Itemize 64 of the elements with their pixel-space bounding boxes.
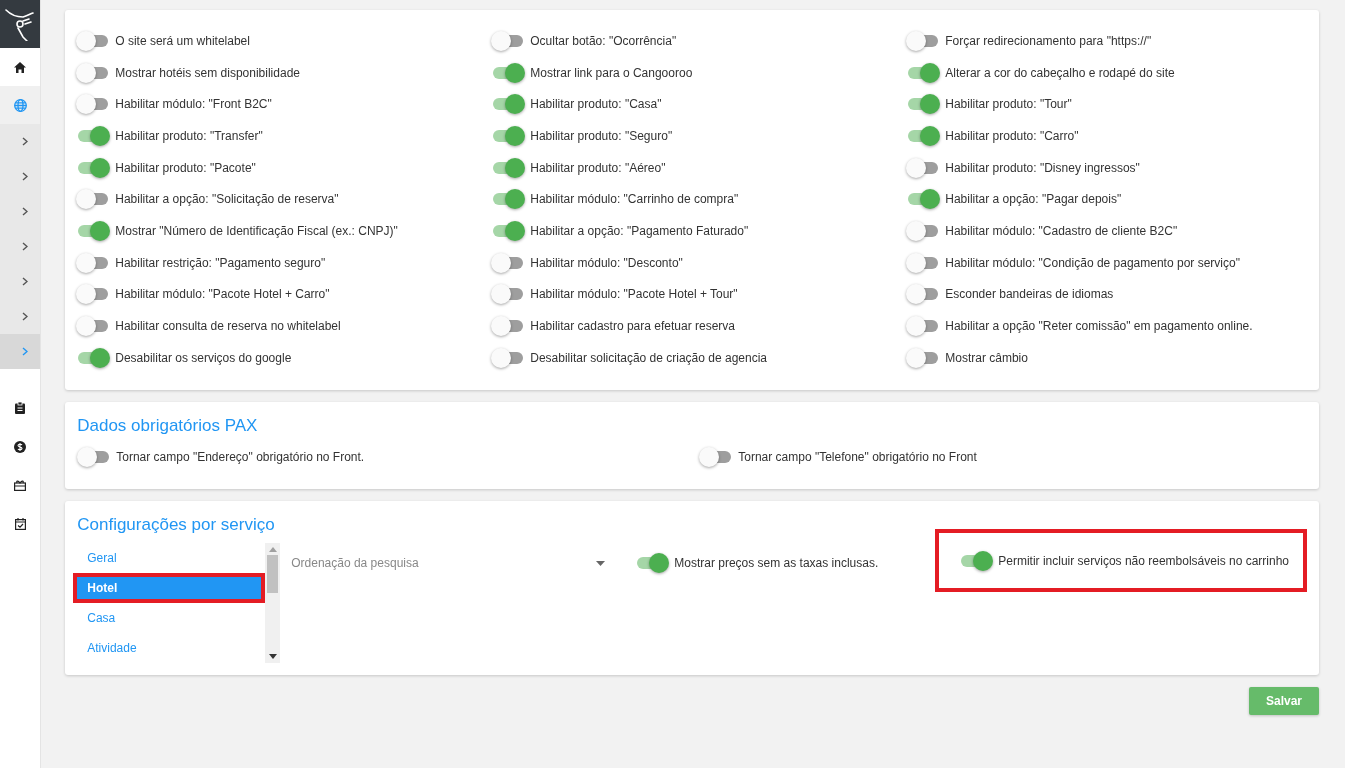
toggle-label: Habilitar produto: "Transfer": [115, 128, 263, 143]
home-icon: [14, 61, 27, 73]
chevron-right-icon: [22, 347, 29, 356]
scrollbar[interactable]: [265, 543, 281, 664]
toggle-label: Habilitar produto: "Aéreo": [530, 160, 666, 175]
toggle-label: Habilitar consulta de reserva no whitelabel: [115, 319, 341, 334]
toggle-label: Alterar a cor do cabeçalho e rodapé do site: [945, 65, 1175, 80]
toggle-label: Desabilitar solicitação de criação de agencia: [530, 350, 768, 365]
toggle-label: Habilitar módulo: "Front B2C": [115, 97, 272, 112]
caret-down-icon: [596, 560, 606, 566]
chevron-right-icon: [22, 277, 29, 286]
section-title: Configurações por serviço: [77, 515, 276, 536]
toggle-label: Habilitar produto: "Tour": [945, 97, 1072, 112]
toggle-label: Ocultar botão: "Ocorrência": [530, 33, 677, 48]
toggle-label: Habilitar módulo: "Cadastro de cliente B2C": [945, 223, 1178, 238]
toggle-label: Forçar redirecionamento para "https://": [945, 33, 1152, 48]
toggle-label: Mostrar "Número de Identificação Fiscal (ex.: CNPJ)": [115, 223, 398, 238]
sort-dropdown[interactable]: Ordenação da pesquisa: [291, 543, 608, 584]
section-title: Dados obrigatórios PAX: [77, 415, 259, 436]
calendar-check-icon: [14, 517, 26, 530]
toggle-label: Habilitar produto: "Disney ingressos": [945, 160, 1140, 175]
toggle-label: Habilitar módulo: "Condição de pagamento por serviço": [945, 255, 1240, 270]
toggle-label: Desabilitar os serviços do google: [115, 350, 292, 365]
toggle-label: Tornar campo "Endereço" obrigatório no Front.: [116, 450, 365, 465]
toggle-label: Esconder bandeiras de idiomas: [945, 287, 1114, 302]
service-list-item[interactable]: Atividade: [73, 633, 266, 664]
toggle-label: O site será um whitelabel: [115, 33, 250, 48]
clipboard-icon: [15, 402, 26, 415]
chevron-right-icon: [22, 312, 29, 321]
globe-icon: [13, 98, 27, 112]
toggle-label: Habilitar produto: "Seguro": [530, 128, 673, 143]
chevron-right-icon: [22, 172, 29, 181]
service-list-item[interactable]: Geral: [73, 543, 266, 574]
toggle-label: Habilitar cadastro para efetuar reserva: [530, 319, 735, 334]
toggle-label: Habilitar módulo: "Pacote Hotel + Tour": [530, 287, 738, 302]
toggle-label: Tornar campo "Telefone" obrigatório no Front: [738, 450, 977, 465]
chevron-right-icon: [22, 207, 29, 216]
toggle-label: Habilitar módulo: "Carrinho de compra": [530, 192, 739, 207]
toggle-label: Mostrar link para o Cangooroo: [530, 65, 693, 80]
toggle-label: Habilitar módulo: "Pacote Hotel + Carro": [115, 287, 330, 302]
scroll-down-icon[interactable]: [268, 654, 277, 660]
toggle-label: Habilitar a opção: "Solicitação de reserva": [115, 192, 339, 207]
toggle-label: Mostrar preços sem as taxas inclusas.: [674, 556, 879, 571]
toggle-label: Habilitar restrição: "Pagamento seguro": [115, 255, 326, 270]
toggle-label: Habilitar produto: "Pacote": [115, 160, 256, 175]
dollar-coin-icon: [14, 440, 27, 453]
scrollbar-thumb[interactable]: [267, 555, 279, 594]
toggle-label: Habilitar produto: "Casa": [530, 97, 662, 112]
gift-icon: [14, 479, 27, 491]
scroll-up-icon[interactable]: [268, 547, 277, 553]
chevron-right-icon: [22, 137, 29, 146]
toggle-label: Habilitar a opção: "Pagar depois": [945, 192, 1122, 207]
toggle-label: Habilitar produto: "Carro": [945, 128, 1079, 143]
toggle-label: Permitir incluir serviços não reembolsáveis no carrinho: [998, 553, 1289, 568]
chevron-right-icon: [22, 242, 29, 251]
toggle-label: Habilitar a opção: "Pagamento Faturado": [530, 223, 749, 238]
service-list-item[interactable]: Hotel: [73, 573, 266, 604]
toggle-label: Mostrar hotéis sem disponibilidade: [115, 65, 300, 80]
toggle-label: Mostrar câmbio: [945, 350, 1028, 365]
kangaroo-logo-icon: [5, 7, 36, 41]
toggle-label: Habilitar módulo: "Desconto": [530, 255, 683, 270]
save-button[interactable]: Salvar: [1249, 687, 1319, 716]
service-list-item[interactable]: Casa: [73, 603, 266, 634]
toggle-label: Habilitar a opção "Reter comissão" em pagamento online.: [945, 319, 1253, 334]
